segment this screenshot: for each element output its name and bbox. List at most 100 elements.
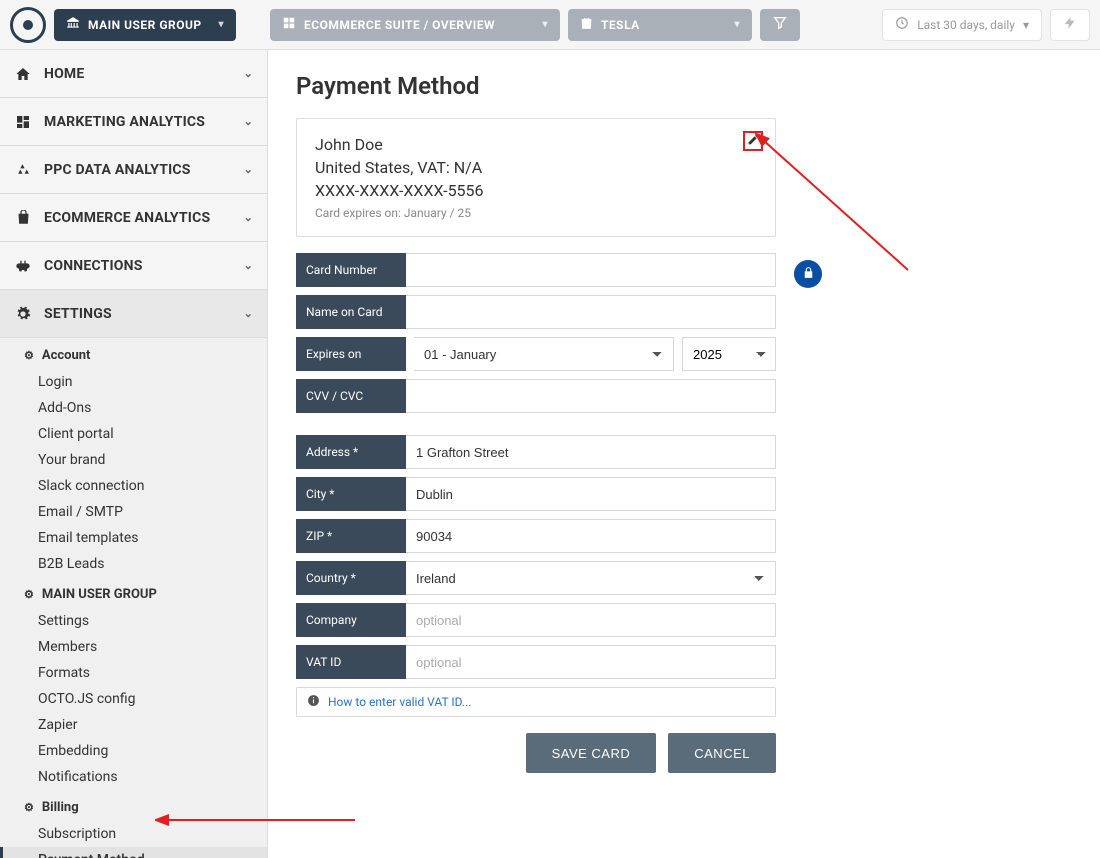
sidebar-sub-embedding[interactable]: Embedding bbox=[0, 738, 267, 764]
plug-icon bbox=[14, 258, 32, 274]
sidebar-group-label: MAIN USER GROUP bbox=[42, 587, 157, 602]
user-group-label: MAIN USER GROUP bbox=[88, 18, 202, 32]
bank-icon bbox=[66, 16, 80, 33]
gear-icon: ⚙ bbox=[24, 801, 34, 814]
bag-icon bbox=[580, 17, 593, 33]
sidebar-sub-addons[interactable]: Add-Ons bbox=[0, 395, 267, 421]
bag-icon bbox=[14, 210, 32, 225]
input-card-number[interactable] bbox=[406, 253, 776, 287]
chevron-down-icon: ⌄ bbox=[244, 115, 253, 128]
chevron-down-icon: ⌄ bbox=[244, 211, 253, 224]
label-card-number: Card Number bbox=[296, 253, 406, 287]
label-vat: VAT ID bbox=[296, 645, 406, 679]
input-zip[interactable] bbox=[406, 519, 776, 553]
brand-label: TESLA bbox=[601, 18, 640, 32]
user-group-selector[interactable]: MAIN USER GROUP ▾ bbox=[54, 9, 236, 41]
analytics-icon bbox=[14, 162, 32, 178]
filter-icon bbox=[772, 15, 788, 35]
input-company[interactable] bbox=[406, 603, 776, 637]
label-expires-on: Expires on bbox=[296, 337, 406, 371]
saved-card-box: John Doe United States, VAT: N/A XXXX-XX… bbox=[296, 118, 776, 237]
card-holder-name: John Doe bbox=[315, 135, 757, 154]
label-zip: ZIP * bbox=[296, 519, 406, 553]
sidebar-item-label: CONNECTIONS bbox=[44, 258, 143, 274]
sidebar-group-label: Account bbox=[42, 348, 91, 363]
sidebar-item-label: HOME bbox=[44, 66, 84, 82]
sidebar-item-label: PPC DATA ANALYTICS bbox=[44, 162, 191, 178]
card-location: United States, VAT: N/A bbox=[315, 158, 757, 177]
label-cvv: CVV / CVC bbox=[296, 379, 406, 413]
sidebar-item-label: ECOMMERCE ANALYTICS bbox=[44, 210, 210, 226]
sidebar-item-label: SETTINGS bbox=[44, 306, 112, 322]
sidebar-sub-subscription[interactable]: Subscription bbox=[0, 821, 267, 847]
sidebar-item-marketing[interactable]: MARKETING ANALYTICS ⌄ bbox=[0, 98, 267, 146]
sidebar-sub-payment-method[interactable]: Payment Method bbox=[0, 847, 267, 858]
filter-button[interactable] bbox=[760, 9, 800, 41]
input-name-on-card[interactable] bbox=[406, 295, 776, 329]
sidebar-sub-zapier[interactable]: Zapier bbox=[0, 712, 267, 738]
input-address[interactable] bbox=[406, 435, 776, 469]
label-name-on-card: Name on Card bbox=[296, 295, 406, 329]
label-company: Company bbox=[296, 603, 406, 637]
sidebar-sub-login[interactable]: Login bbox=[0, 369, 267, 395]
chevron-down-icon: ⌄ bbox=[244, 307, 253, 320]
sidebar-group-main-user-group: ⚙ MAIN USER GROUP bbox=[0, 577, 267, 608]
sidebar-item-connections[interactable]: CONNECTIONS ⌄ bbox=[0, 242, 267, 290]
app-logo bbox=[10, 7, 46, 43]
sidebar-sub-b2b[interactable]: B2B Leads bbox=[0, 551, 267, 577]
bolt-icon bbox=[1063, 16, 1077, 34]
input-vat[interactable] bbox=[406, 645, 776, 679]
sidebar-item-ppc[interactable]: PPC DATA ANALYTICS ⌄ bbox=[0, 146, 267, 194]
bolt-button[interactable] bbox=[1050, 9, 1090, 41]
vat-info-bar: How to enter valid VAT ID... bbox=[296, 687, 776, 717]
sidebar-sub-settings[interactable]: Settings bbox=[0, 608, 267, 634]
chevron-down-icon: ⌄ bbox=[244, 259, 253, 272]
sidebar-sub-slack[interactable]: Slack connection bbox=[0, 473, 267, 499]
input-cvv[interactable] bbox=[406, 379, 776, 413]
sidebar-group-label: Billing bbox=[42, 800, 79, 815]
sidebar-sub-notifications[interactable]: Notifications bbox=[0, 764, 267, 790]
sidebar-sub-email-smtp[interactable]: Email / SMTP bbox=[0, 499, 267, 525]
suite-selector[interactable]: ECOMMERCE SUITE / OVERVIEW ▾ bbox=[270, 9, 560, 41]
gear-icon: ⚙ bbox=[24, 349, 34, 362]
sidebar-sub-your-brand[interactable]: Your brand bbox=[0, 447, 267, 473]
dashboard-icon bbox=[14, 114, 32, 130]
label-country: Country * bbox=[296, 561, 406, 595]
sidebar-sub-client-portal[interactable]: Client portal bbox=[0, 421, 267, 447]
date-range-selector[interactable]: Last 30 days, daily ▾ bbox=[882, 9, 1042, 41]
chevron-down-icon: ▾ bbox=[1023, 18, 1029, 32]
sidebar-sub-octojs[interactable]: OCTO.JS config bbox=[0, 686, 267, 712]
vat-info-link[interactable]: How to enter valid VAT ID... bbox=[328, 695, 471, 709]
main-content: Payment Method John Doe United States, V… bbox=[268, 50, 1100, 858]
sidebar-item-ecommerce[interactable]: ECOMMERCE ANALYTICS ⌄ bbox=[0, 194, 267, 242]
lock-icon bbox=[802, 266, 815, 283]
chevron-down-icon: ⌄ bbox=[244, 67, 253, 80]
brand-selector[interactable]: TESLA ▾ bbox=[568, 9, 752, 41]
select-expiry-year[interactable]: 2025 bbox=[682, 337, 776, 371]
sidebar: HOME ⌄ MARKETING ANALYTICS ⌄ PPC DATA AN… bbox=[0, 50, 268, 858]
secure-lock-badge bbox=[794, 260, 822, 288]
sidebar-sub-members[interactable]: Members bbox=[0, 634, 267, 660]
grid-icon bbox=[282, 16, 296, 33]
pencil-icon bbox=[747, 133, 760, 150]
edit-card-button[interactable] bbox=[743, 131, 763, 151]
sidebar-item-home[interactable]: HOME ⌄ bbox=[0, 50, 267, 98]
input-city[interactable] bbox=[406, 477, 776, 511]
sidebar-group-billing: ⚙ Billing bbox=[0, 790, 267, 821]
save-card-button[interactable]: SAVE CARD bbox=[526, 733, 657, 773]
sidebar-group-account: ⚙ Account bbox=[0, 338, 267, 369]
page-title: Payment Method bbox=[296, 72, 1072, 100]
select-expiry-month[interactable]: 01 - January bbox=[414, 337, 674, 371]
sidebar-sub-formats[interactable]: Formats bbox=[0, 660, 267, 686]
topbar: MAIN USER GROUP ▾ ECOMMERCE SUITE / OVER… bbox=[0, 0, 1100, 50]
select-country[interactable]: Ireland bbox=[406, 561, 776, 595]
chevron-down-icon: ▾ bbox=[542, 19, 548, 30]
chevron-down-icon: ⌄ bbox=[244, 163, 253, 176]
home-icon bbox=[14, 66, 32, 82]
cancel-button[interactable]: CANCEL bbox=[668, 733, 776, 773]
sidebar-sub-email-templates[interactable]: Email templates bbox=[0, 525, 267, 551]
chevron-down-icon: ▾ bbox=[734, 19, 740, 30]
sidebar-item-settings[interactable]: SETTINGS ⌄ bbox=[0, 290, 267, 338]
info-icon bbox=[307, 694, 320, 710]
gear-icon bbox=[14, 306, 32, 322]
